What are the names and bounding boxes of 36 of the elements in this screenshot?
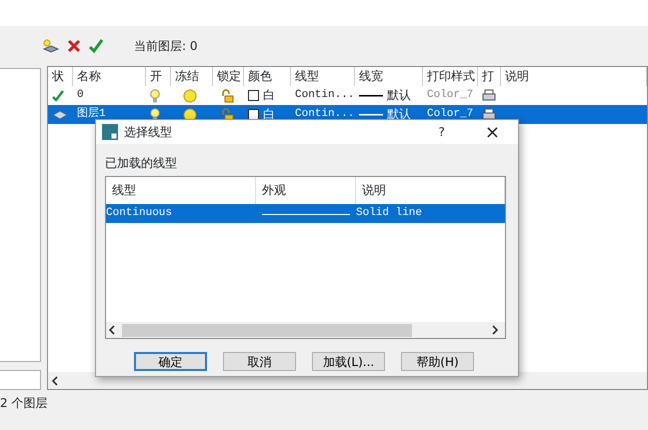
linetype-description: Solid line [356,206,424,222]
linetype-row[interactable]: Continuous Solid line [106,204,505,223]
layer-row[interactable]: 0 白 Contin... 默认 Color_7 [48,86,647,105]
plot-style-cell-text: Color_7 [426,88,474,103]
linetype-cell[interactable]: Contin... [291,86,355,105]
current-layer-label: 当前图层: 0 [134,38,198,55]
layer-count: 2 个图层 [0,395,48,412]
dialog-button[interactable]: 加载(L)... [312,352,385,371]
color-swatch[interactable] [248,109,259,120]
delete-icon[interactable] [66,38,82,54]
lineweight-value[interactable]: 默认 [387,86,411,105]
plot-style-cell-text: Color_7 [426,107,474,122]
help-button[interactable]: ? [438,123,445,141]
printer-icon[interactable] [482,89,496,102]
unlocked-icon[interactable] [221,88,235,102]
line-sample [359,94,383,98]
scrollbar-thumb[interactable] [122,324,412,336]
sun-icon[interactable] [183,108,197,122]
dialog-button[interactable]: 取消 [223,352,296,371]
color-name[interactable]: 白 [263,86,275,105]
printer-icon[interactable] [482,108,496,121]
dialog-button[interactable]: 帮助(H) [401,352,474,371]
section-label: 已加载的线型 [105,156,177,170]
layer-name: 0 [76,88,85,103]
linetype-name: Continuous [106,206,174,222]
check-icon[interactable] [88,38,104,54]
lightbulb-icon[interactable] [150,88,160,102]
layer-name: 图层1 [76,106,107,122]
line-sample [359,112,383,116]
color-swatch[interactable] [248,90,259,101]
sun-icon[interactable] [183,88,197,102]
new-layer-icon[interactable] [42,38,60,54]
dialog-button[interactable]: 确定 [134,352,207,371]
input-field[interactable] [0,370,41,390]
app-icon [102,124,118,140]
dialog-title: 选择线型 [124,124,172,141]
